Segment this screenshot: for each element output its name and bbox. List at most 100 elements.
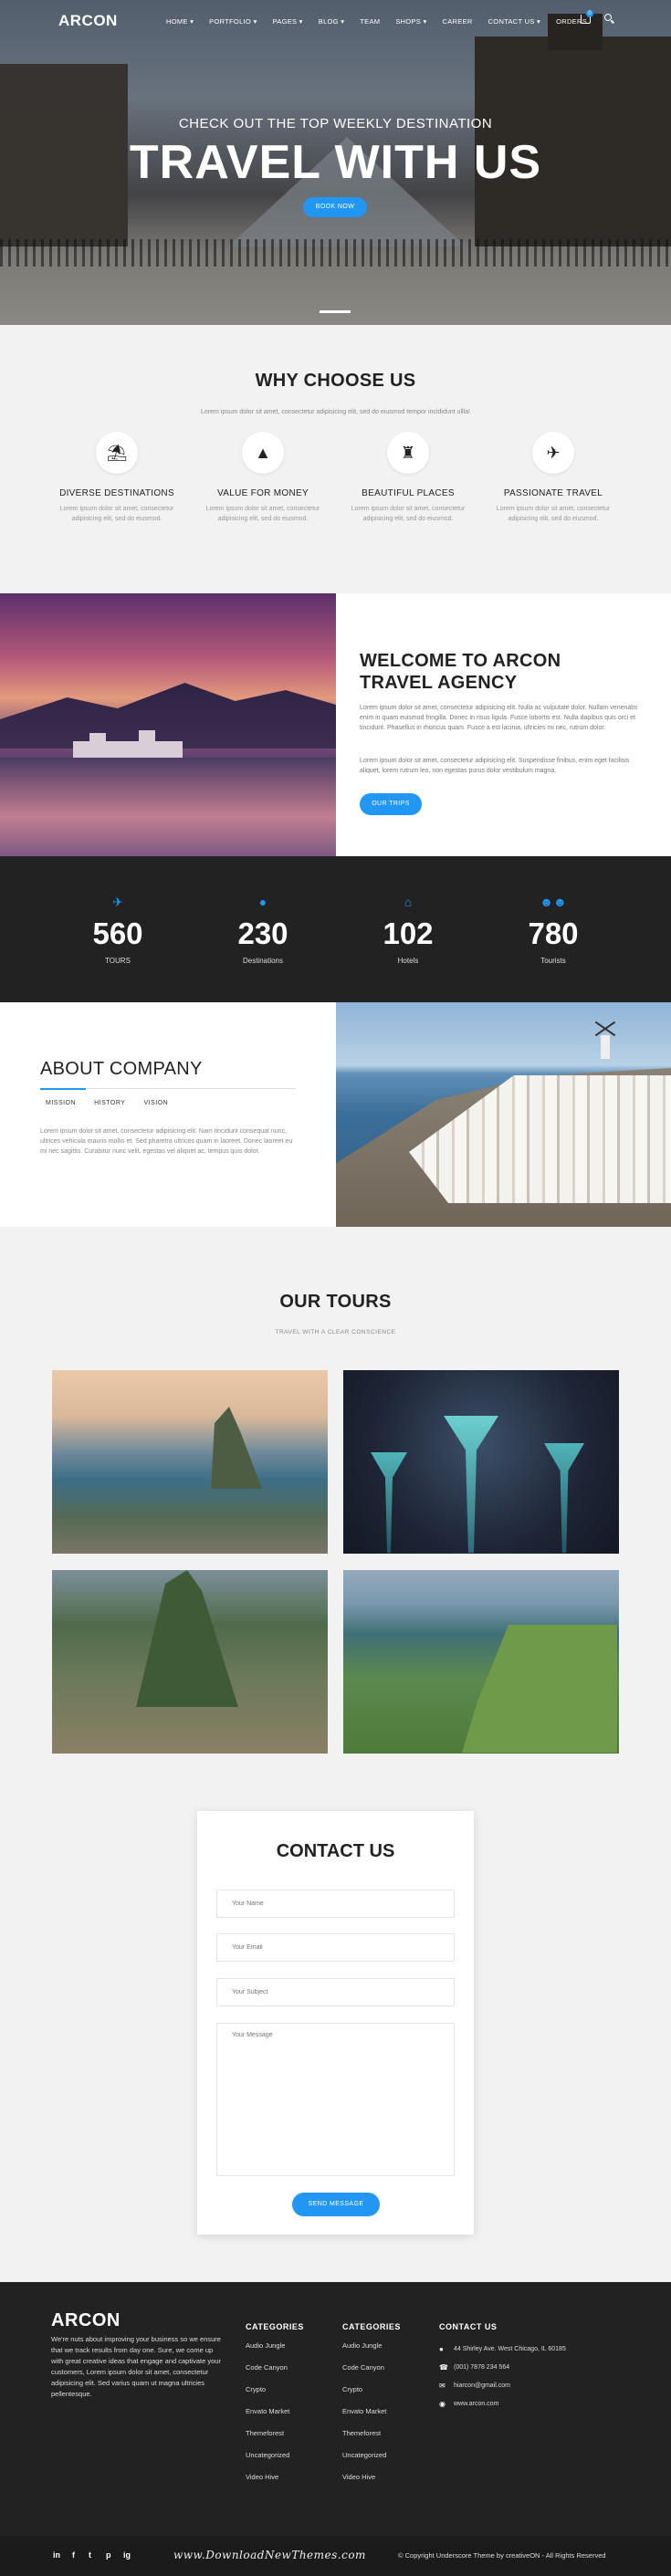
menu-item-pages[interactable]: PAGES ▾ [273, 17, 303, 26]
feature-title: PASSIONATE TRAVEL [503, 488, 603, 498]
footer-phone[interactable]: (001) 7878 234 564 [454, 2362, 509, 2373]
stat-item: ✈ 560 TOURS [63, 895, 173, 965]
footer-link[interactable]: Themeforest [342, 2428, 401, 2450]
bottom-bar: in f t p ig www.DownloadNewThemes.com © … [0, 2536, 671, 2576]
footer: ARCON We're nuts about improving your bu… [0, 2282, 671, 2536]
about-text: Lorem ipsum dolor sit amet, consectetur … [40, 1128, 293, 1155]
instagram-icon[interactable]: ig [123, 2550, 131, 2560]
tab-vision[interactable]: VISION [143, 1100, 168, 1106]
our-trips-button[interactable]: OUR TRIPS [360, 793, 422, 815]
stat-item: ● 230 Destinations [208, 895, 318, 965]
footer-web[interactable]: www.arcon.com [454, 2399, 498, 2410]
castle-icon: ♜ [387, 432, 429, 474]
footer-link[interactable]: Crypto [246, 2384, 304, 2406]
welcome-image [0, 593, 336, 856]
logo[interactable]: ARCON [58, 12, 118, 30]
contact-form: CONTACT US SEND MESSAGE [197, 1811, 474, 2235]
tours-title: OUR TOURS [279, 1292, 392, 1312]
footer-heading: CONTACT US [439, 2322, 498, 2331]
footer-logo[interactable]: ARCON [51, 2310, 121, 2331]
mountain-icon: ▲ [242, 432, 284, 474]
name-input[interactable] [216, 1890, 455, 1918]
facebook-icon[interactable]: f [72, 2550, 75, 2560]
subject-input[interactable] [216, 1978, 455, 2006]
footer-link[interactable]: Code Canyon [246, 2362, 304, 2384]
menu-item-portfolio[interactable]: PORTFOLIO ▾ [209, 17, 257, 26]
phone-icon: ☎ [439, 2363, 448, 2372]
footer-address: 44 Shirley Ave. West Chicago, IL 60185 [454, 2346, 566, 2352]
tours-subtitle: TRAVEL WITH A CLEAR CONSCIENCE [275, 1329, 396, 1335]
welcome-title: WELCOME TO ARCON TRAVEL AGENCY [360, 651, 561, 693]
home-icon: ⌂ [404, 895, 413, 909]
footer-heading: CATEGORIES [246, 2322, 304, 2331]
footer-link[interactable]: Envato Market [246, 2406, 304, 2428]
footer-heading: CATEGORIES [342, 2322, 401, 2331]
feature-card: ⛱ DIVERSE DESTINATIONS Lorem ipsum dolor… [48, 432, 185, 524]
tour-card-machu-picchu[interactable] [52, 1570, 328, 1754]
footer-link[interactable]: Code Canyon [342, 2362, 401, 2384]
tab-mission[interactable]: MISSION [46, 1100, 76, 1106]
menu-item-blog[interactable]: BLOG ▾ [319, 17, 345, 26]
tour-card-singapore[interactable] [343, 1370, 619, 1554]
why-choose-section: WHY CHOOSE US Lorem ipsum dolor sit amet… [0, 325, 671, 593]
feature-title: DIVERSE DESTINATIONS [59, 488, 174, 498]
hero-subtitle: CHECK OUT THE TOP WEEKLY DESTINATION [178, 116, 493, 131]
main-menu: HOME ▾ PORTFOLIO ▾ PAGES ▾ BLOG ▾ TEAM S… [166, 17, 603, 26]
message-textarea[interactable] [216, 2023, 455, 2176]
welcome-paragraph: Lorem ipsum dolor sit amet, consectetur … [360, 705, 638, 731]
menu-item-shops[interactable]: SHOPS ▾ [395, 17, 426, 26]
map-pin-icon: ● [439, 2345, 444, 2353]
stat-label: TOURS [105, 957, 131, 965]
stat-value: 560 [92, 916, 143, 950]
watermark: www.DownloadNewThemes.com [173, 2549, 366, 2561]
contact-title: CONTACT US [276, 1841, 395, 1861]
footer-link[interactable]: Envato Market [342, 2406, 401, 2428]
search-icon[interactable] [604, 14, 612, 21]
footer-link[interactable]: Themeforest [246, 2428, 304, 2450]
stat-item: ⌂ 102 Hotels [353, 895, 463, 965]
welcome-paragraph: Lorem ipsum dolor sit amet, consectetur … [360, 758, 630, 774]
windmill [601, 1035, 610, 1059]
feature-title: VALUE FOR MONEY [217, 488, 309, 498]
about-section: ABOUT COMPANY MISSION HISTORY VISION Lor… [0, 1002, 336, 1227]
tab-history[interactable]: HISTORY [94, 1100, 125, 1106]
pinterest-icon[interactable]: p [106, 2550, 111, 2560]
hero-section: ARCON HOME ▾ PORTFOLIO ▾ PAGES ▾ BLOG ▾ … [0, 0, 671, 325]
menu-item-team[interactable]: TEAM [360, 17, 380, 26]
send-message-button[interactable]: SEND MESSAGE [292, 2193, 380, 2216]
why-title: WHY CHOOSE US [255, 371, 416, 391]
why-subtitle: Lorem ipsum dolor sit amet, consectetur … [201, 409, 470, 415]
footer-link[interactable]: Audio Jungle [342, 2340, 401, 2362]
footer-link[interactable]: Video Hive [246, 2472, 304, 2494]
footer-email[interactable]: hiarcon@gmail.com [454, 2381, 510, 2392]
footer-link[interactable]: Uncategorized [342, 2450, 401, 2472]
feature-desc: Lorem ipsum dolor sit amet, consectetur … [59, 506, 174, 522]
tour-card-coast[interactable] [343, 1570, 619, 1754]
feature-desc: Lorem ipsum dolor sit amet, consectetur … [205, 506, 320, 522]
footer-link[interactable]: Video Hive [342, 2472, 401, 2494]
mail-icon: ✉ [439, 2382, 446, 2390]
twitter-icon[interactable]: t [89, 2550, 91, 2560]
footer-link[interactable]: Crypto [342, 2384, 401, 2406]
menu-item-home[interactable]: HOME ▾ [166, 17, 194, 26]
stat-value: 102 [383, 916, 434, 950]
stat-value: 780 [528, 916, 579, 950]
about-tabs: MISSION HISTORY VISION [46, 1100, 186, 1106]
about-image [336, 1002, 671, 1227]
footer-categories-1: CATEGORIES Audio Jungle Code Canyon Cryp… [246, 2322, 304, 2494]
footer-link[interactable]: Audio Jungle [246, 2340, 304, 2362]
map-pin-icon: ● [258, 895, 267, 909]
feature-card: ♜ BEAUTIFUL PLACES Lorem ipsum dolor sit… [340, 432, 477, 524]
menu-item-career[interactable]: CAREER [443, 17, 473, 26]
feature-card: ▲ VALUE FOR MONEY Lorem ipsum dolor sit … [194, 432, 331, 524]
footer-link[interactable]: Uncategorized [246, 2450, 304, 2472]
email-input[interactable] [216, 1933, 455, 1962]
linkedin-icon[interactable]: in [53, 2550, 60, 2560]
slider-indicator[interactable] [320, 310, 351, 313]
book-now-button[interactable]: BOOK NOW [303, 197, 367, 217]
cart-count-badge: 0 [586, 10, 593, 17]
feature-card: ✈ PASSIONATE TRAVEL Lorem ipsum dolor si… [485, 432, 622, 524]
tour-card-rio[interactable] [52, 1370, 328, 1554]
menu-item-contact[interactable]: CONTACT US ▾ [488, 17, 541, 26]
contact-section: CONTACT US SEND MESSAGE [0, 1793, 671, 2282]
